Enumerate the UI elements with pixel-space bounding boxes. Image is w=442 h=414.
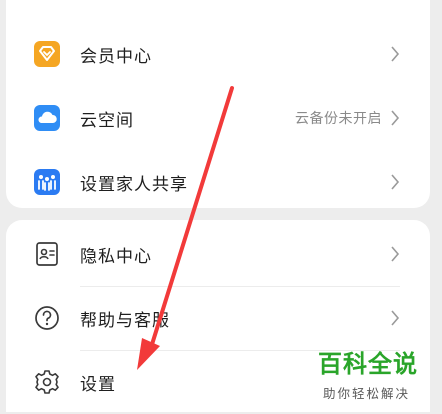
watermark-subtitle: 助你轻松解决 xyxy=(323,386,411,401)
watermark-title: 百科全说 xyxy=(318,350,418,378)
